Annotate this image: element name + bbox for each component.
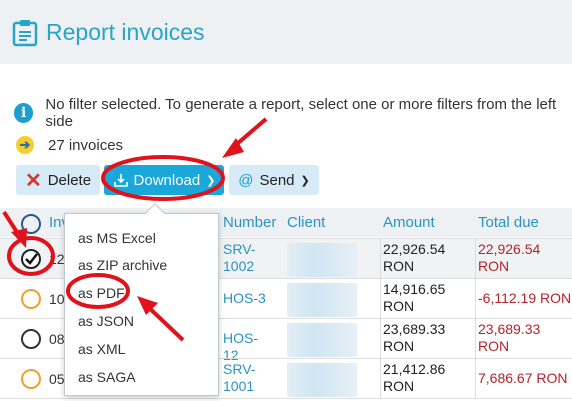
due-value: 23,689.33	[478, 321, 541, 337]
invoice-id: 10	[49, 291, 65, 307]
total-due: 22,926.54 RON	[478, 241, 540, 275]
amount-value: 23,689.33	[383, 321, 446, 337]
at-icon: @	[238, 171, 254, 189]
due-currency: RON	[478, 258, 510, 274]
menu-item-pdf[interactable]: as PDF	[78, 285, 125, 301]
column-header-total-due[interactable]: Total due	[478, 214, 539, 231]
row-checkbox[interactable]	[21, 329, 41, 349]
client-name-redacted	[287, 283, 357, 317]
invoice-number-line: SRV-	[223, 241, 256, 257]
invoice-number-line: 1002	[223, 258, 255, 274]
invoice-number-line: 1001	[223, 378, 255, 394]
send-label: Send	[259, 171, 295, 189]
client-name-redacted	[287, 363, 357, 397]
menu-item-zip[interactable]: as ZIP archive	[78, 257, 167, 273]
filter-message: No filter selected. To generate a report…	[45, 96, 557, 130]
menu-item-json[interactable]: as JSON	[78, 313, 134, 329]
clipboard-icon	[12, 20, 38, 47]
delete-label: Delete	[47, 171, 92, 189]
invoice-id: 08	[49, 331, 65, 347]
invoice-count-row: ➔ 27 invoices	[16, 136, 123, 154]
amount: 14,916.65 RON	[383, 281, 445, 315]
check-icon	[25, 253, 38, 265]
chevron-down-icon: ❯	[300, 174, 310, 187]
amount: 21,412.86 RON	[383, 361, 445, 395]
invoice-id: 05	[49, 371, 65, 387]
invoice-number-line: SRV-	[223, 361, 256, 377]
menu-item-excel[interactable]: as MS Excel	[78, 230, 156, 246]
invoice-number[interactable]: HOS-3	[223, 290, 269, 307]
client-name-redacted	[287, 323, 357, 357]
due-value: 22,926.54	[478, 241, 541, 257]
column-header-client[interactable]: Client	[287, 214, 325, 231]
info-icon: i	[14, 103, 34, 123]
invoice-id: 12	[49, 251, 65, 267]
amount-currency: RON	[383, 298, 415, 314]
amount-currency: RON	[383, 258, 415, 274]
close-icon: ✕	[24, 169, 42, 192]
column-header-number[interactable]: Number	[223, 214, 276, 231]
amount-value: 22,926.54	[383, 241, 446, 257]
download-label: Download	[133, 171, 201, 189]
invoice-number[interactable]: SRV- 1002	[223, 241, 269, 275]
total-due: 23,689.33 RON	[478, 321, 540, 355]
filter-notice: i No filter selected. To generate a repo…	[14, 96, 572, 130]
page-title: Report invoices	[46, 19, 205, 45]
menu-item-xml[interactable]: as XML	[78, 341, 125, 357]
amount-value: 21,412.86	[383, 361, 446, 377]
total-due: -6,112.19 RON	[478, 290, 572, 306]
row-checkbox[interactable]	[21, 289, 41, 309]
amount: 23,689.33 RON	[383, 321, 445, 355]
download-icon	[113, 174, 128, 187]
select-all-checkbox[interactable]	[21, 214, 41, 234]
row-checkbox[interactable]	[21, 249, 41, 269]
column-header-amount[interactable]: Amount	[383, 214, 435, 231]
arrow-right-icon: ➔	[16, 136, 34, 154]
page-header: Report invoices	[0, 0, 572, 64]
amount-value: 14,916.65	[383, 281, 446, 297]
chevron-down-icon: ❯	[206, 174, 216, 187]
invoice-count: 27 invoices	[48, 136, 124, 154]
amount: 22,926.54 RON	[383, 241, 445, 275]
client-name-redacted	[287, 243, 357, 277]
due-currency: RON	[478, 338, 510, 354]
row-checkbox[interactable]	[21, 369, 41, 389]
invoice-number[interactable]: SRV- 1001	[223, 361, 269, 395]
amount-currency: RON	[383, 378, 415, 394]
menu-item-saga[interactable]: as SAGA	[78, 369, 136, 385]
send-button[interactable]: @ Send ❯	[229, 165, 319, 195]
download-button[interactable]: Download ❯	[104, 165, 224, 195]
delete-button[interactable]: ✕ Delete	[16, 165, 100, 195]
amount-currency: RON	[383, 338, 415, 354]
download-menu: as MS Excel as ZIP archive as PDF as JSO…	[64, 203, 219, 396]
total-due: 7,686.67 RON	[478, 370, 568, 386]
